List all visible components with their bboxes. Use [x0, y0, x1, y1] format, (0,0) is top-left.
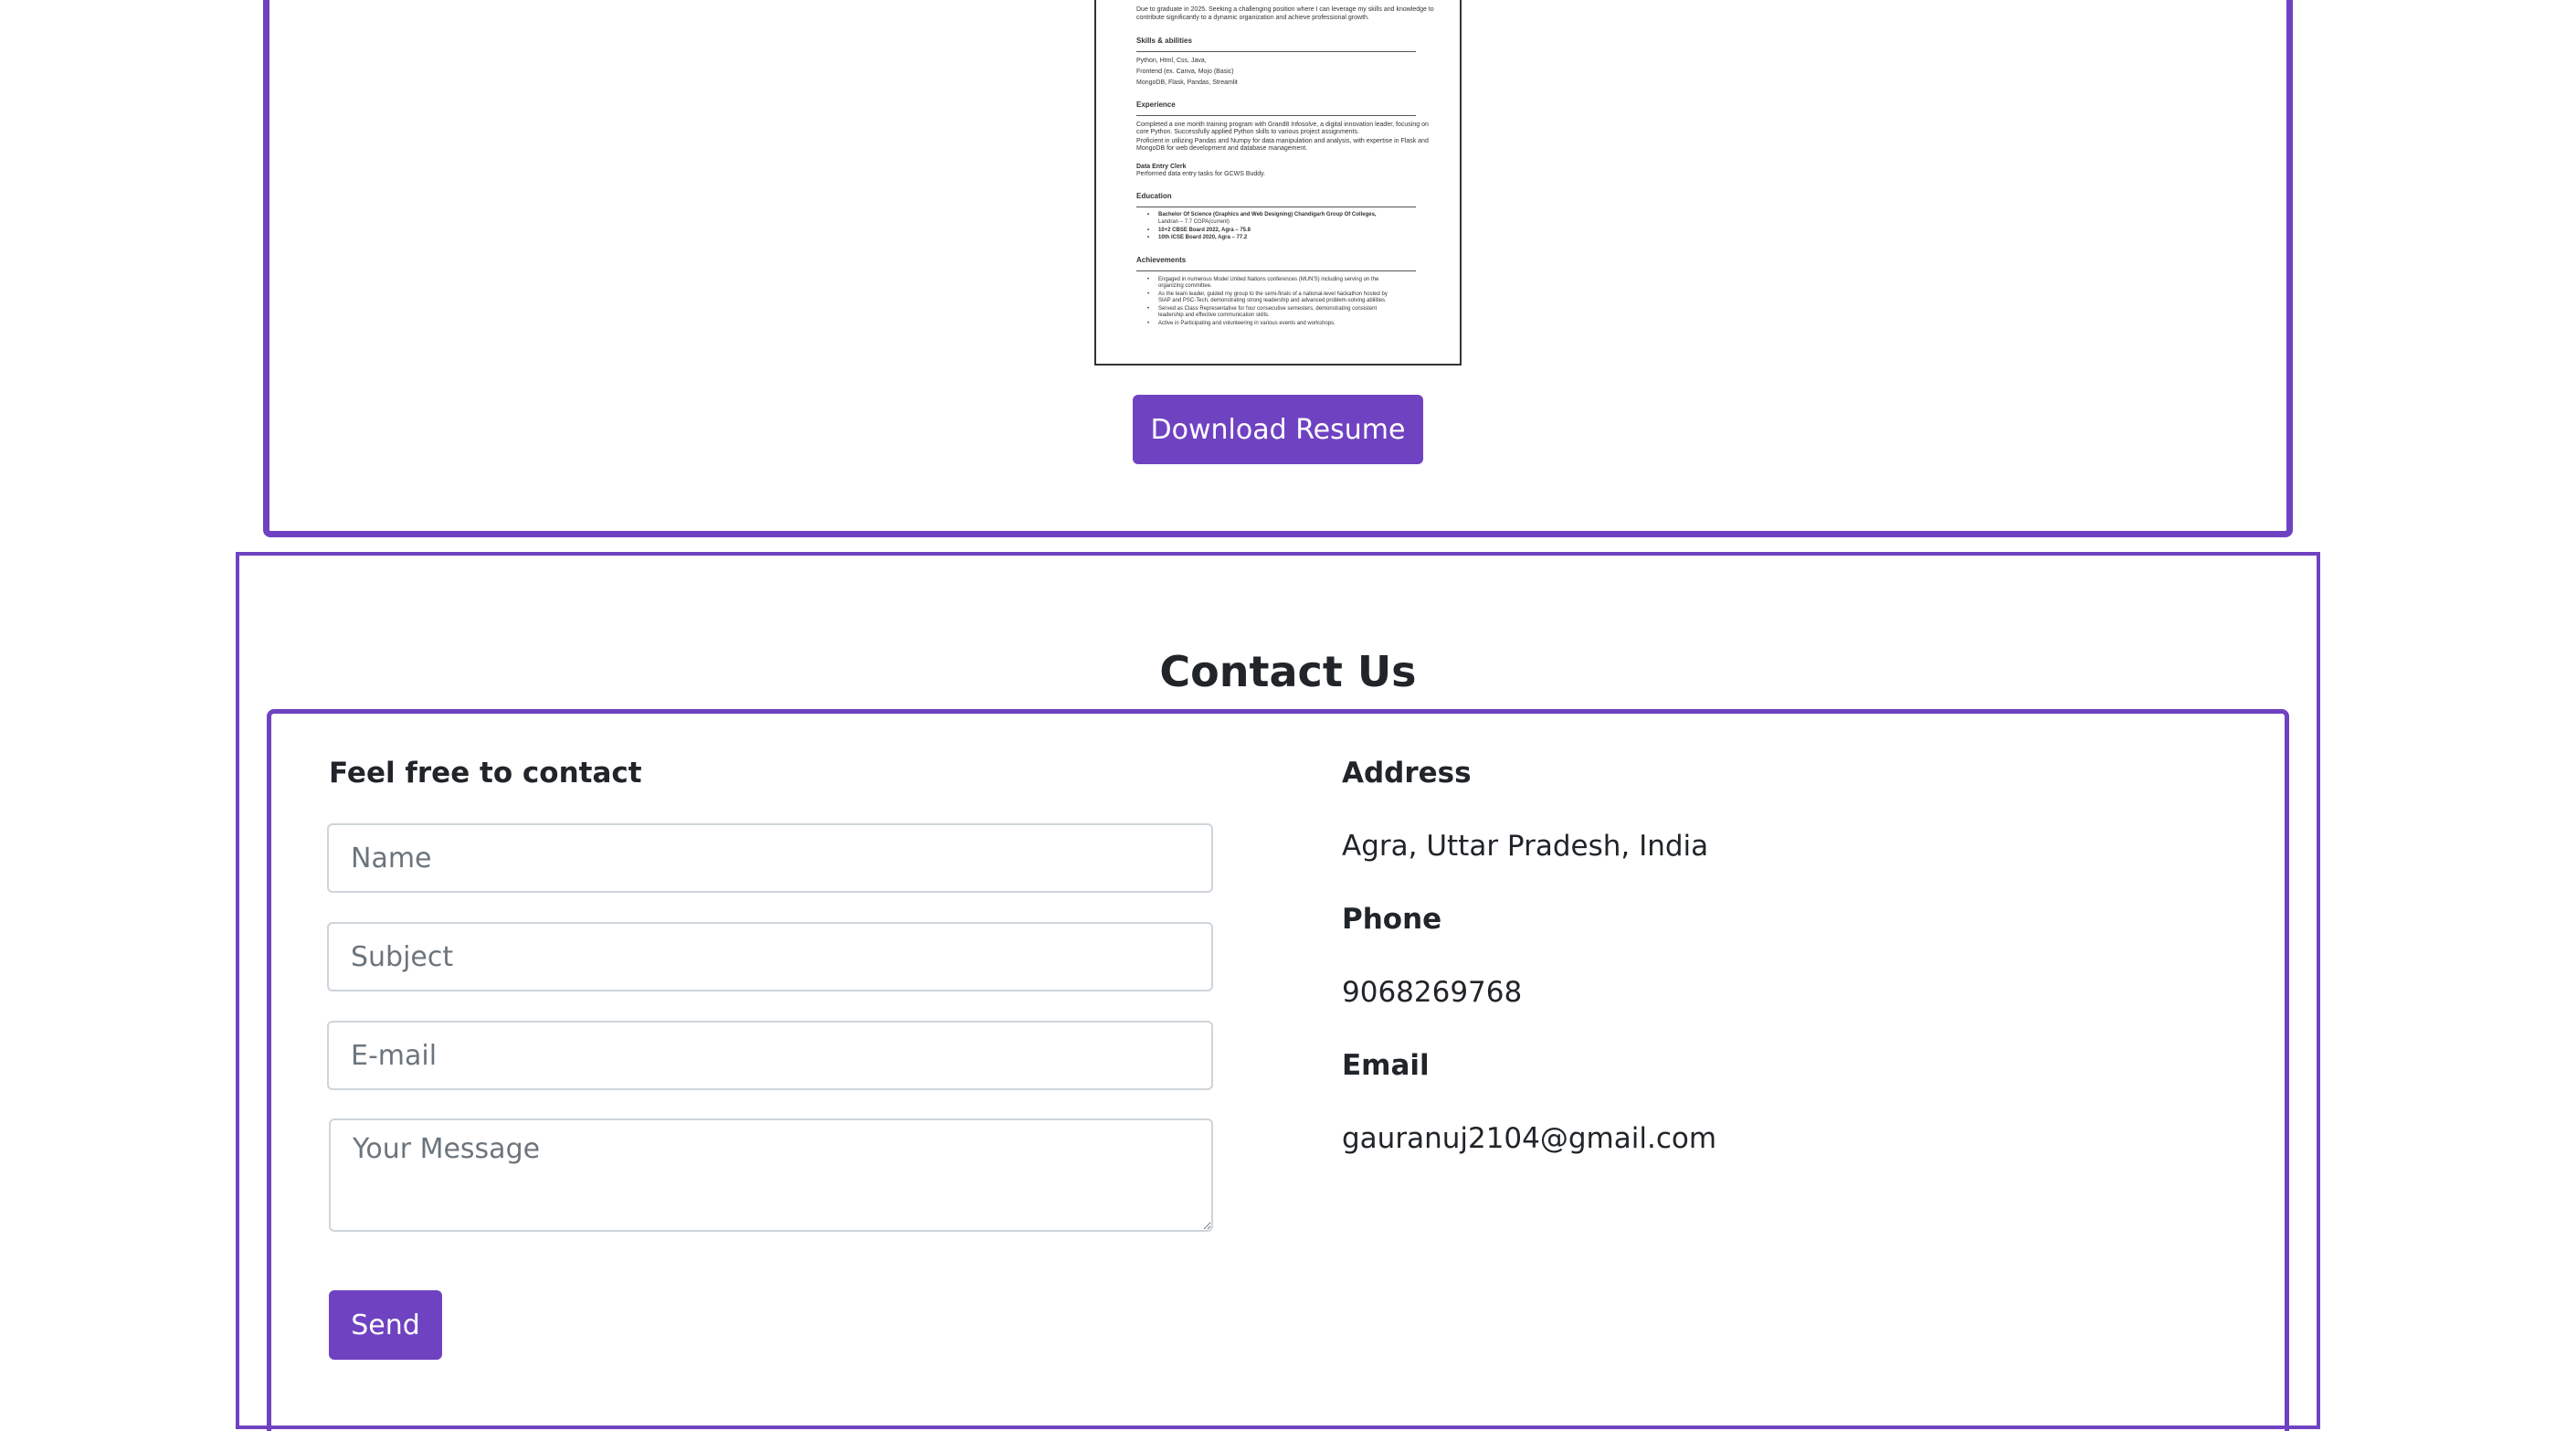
resume-achievement-line: organizing committee. — [1158, 283, 1212, 289]
resume-experience-line: MongoDB for web development and database… — [1136, 145, 1308, 152]
resume-achievement-item: Active in Participating and volunteering… — [1147, 320, 1336, 327]
resume-skill-line: MongoDB, Flask, Pandas, Streamlit — [1136, 80, 1238, 86]
message-textarea[interactable] — [329, 1118, 1213, 1232]
resume-skill-line: Frontend (ex. Canva, Mojo (Basic) — [1136, 69, 1234, 75]
name-input[interactable] — [327, 823, 1213, 893]
phone-value: 9068269768 — [1342, 976, 1523, 1009]
resume-experience-line: core Python. Successfully applied Python… — [1136, 129, 1359, 135]
resume-achievement-line: leadership and effective communication s… — [1158, 313, 1270, 318]
resume-skill-line: Python, Html, Css, Java, — [1136, 58, 1207, 64]
phone-label: Phone — [1342, 903, 1442, 936]
resume-preview-image: Due to graduate in 2025. Seeking a chall… — [1094, 0, 1462, 366]
resume-objective-line: Due to graduate in 2025. Seeking a chall… — [1136, 6, 1434, 13]
send-button[interactable]: Send — [329, 1290, 442, 1360]
resume-education-item: 10+2 CBSE Board 2022, Agra – 75.8 — [1147, 227, 1251, 234]
address-label: Address — [1342, 757, 1472, 790]
download-resume-button[interactable]: Download Resume — [1133, 395, 1423, 464]
resume-education-line: Landran – 7.7 CGPA(current) — [1158, 219, 1230, 225]
resume-achievement-line: SIAP and PSC-Tech, demonstrating strong … — [1158, 298, 1387, 303]
email-value: gauranuj2104@gmail.com — [1342, 1122, 1717, 1155]
contact-title: Contact Us — [1159, 647, 1417, 696]
email-label: Email — [1342, 1049, 1430, 1082]
resume-job-desc: Performed data entry tasks for GCWS Budd… — [1136, 171, 1266, 177]
subject-input[interactable] — [327, 922, 1213, 991]
resume-education-item: 10th ICSE Board 2020, Agra – 77.2 — [1147, 234, 1247, 241]
resume-skills-heading: Skills & abilities — [1136, 37, 1192, 45]
resume-objective-line: contribute significantly to a dynamic or… — [1136, 15, 1369, 21]
address-value: Agra, Uttar Pradesh, India — [1342, 830, 1709, 863]
resume-achievements-heading: Achievements — [1136, 256, 1187, 264]
resume-education-item: Bachelor Of Science (Graphics and Web De… — [1147, 211, 1377, 218]
form-heading: Feel free to contact — [329, 757, 642, 790]
resume-experience-heading: Experience — [1136, 101, 1176, 109]
email-input[interactable] — [327, 1021, 1213, 1090]
resume-education-heading: Education — [1136, 192, 1172, 200]
